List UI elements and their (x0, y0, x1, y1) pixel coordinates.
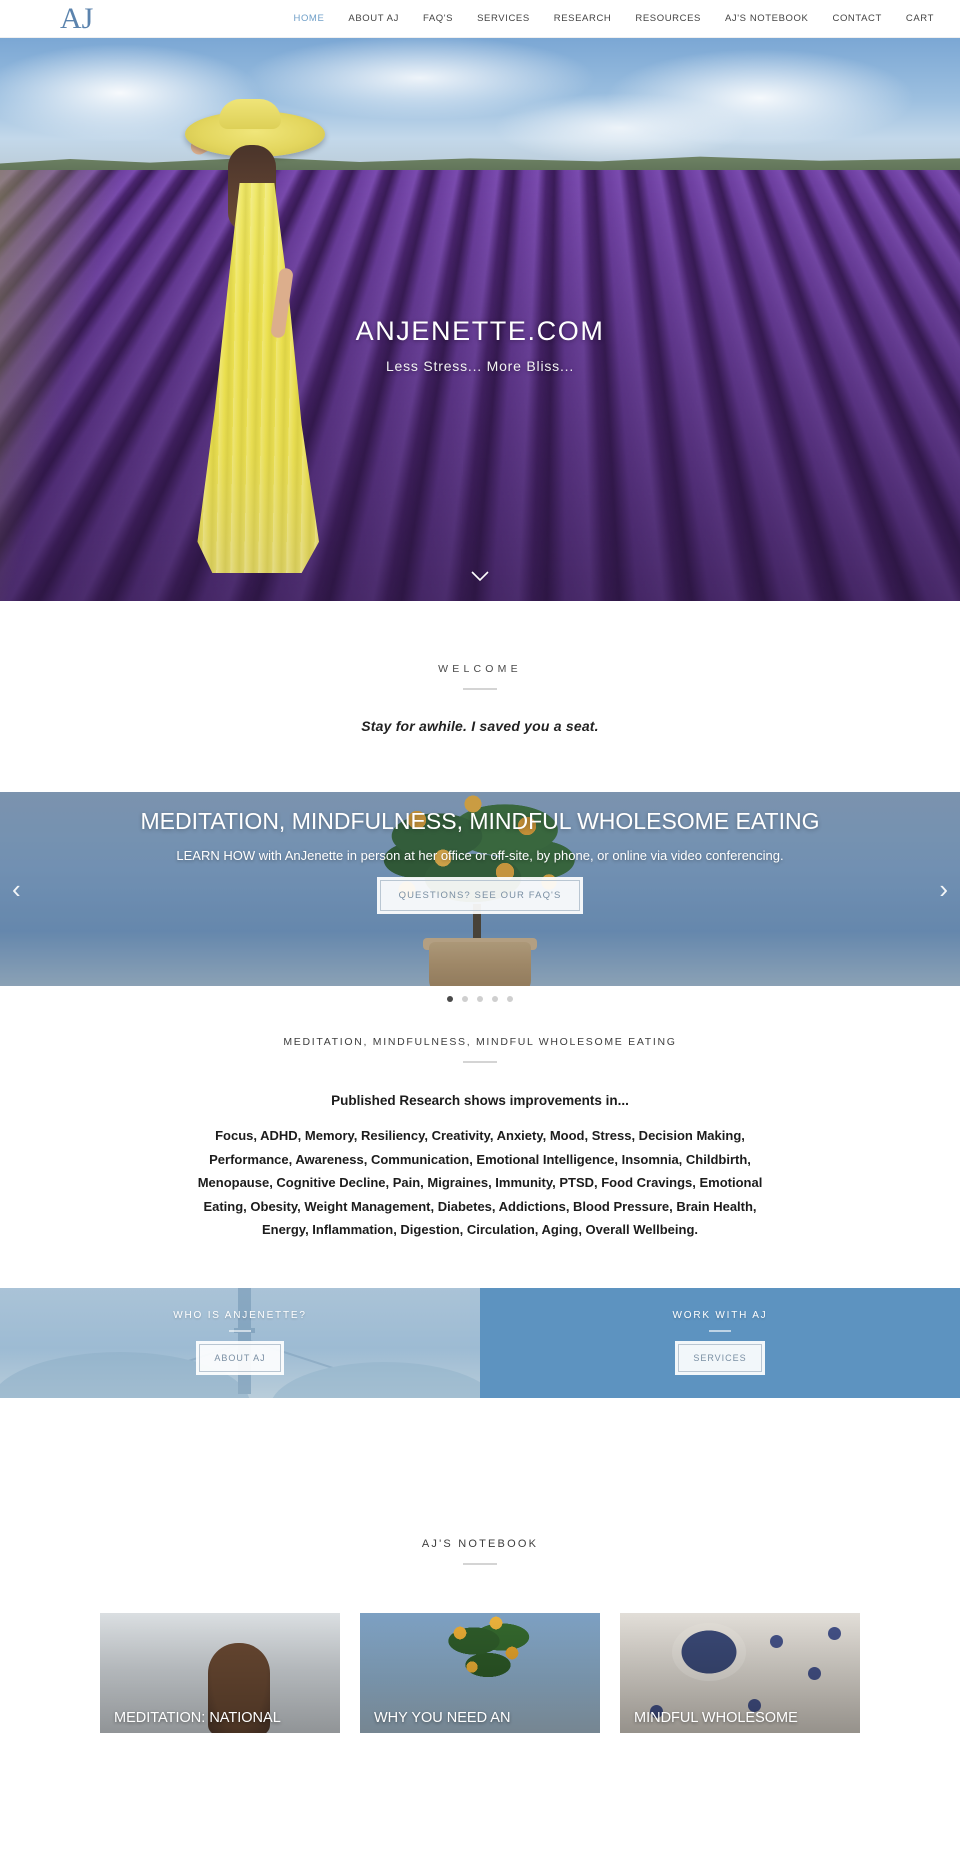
welcome-tagline: Stay for awhile. I saved you a seat. (361, 718, 599, 734)
carousel-dot-3[interactable] (477, 996, 483, 1002)
about-aj-button[interactable]: ABOUT AJ (196, 1340, 284, 1375)
carousel-dot-1[interactable] (447, 996, 453, 1002)
research-eyebrow: MEDITATION, MINDFULNESS, MINDFUL WHOLESO… (283, 1036, 677, 1048)
blog-card-title: MEDITATION: NATIONAL (114, 1709, 281, 1726)
hero-sky (0, 38, 960, 178)
notebook-section: AJ'S NOTEBOOK MEDITATION: NATIONAL WHY Y… (0, 1398, 960, 1733)
welcome-section: WELCOME Stay for awhile. I saved you a s… (0, 601, 960, 792)
promo-carousel: ‹ › MEDITATION, MINDFULNESS, MINDFUL WHO… (0, 792, 960, 986)
research-benefits-list: Focus, ADHD, Memory, Resiliency, Creativ… (197, 1128, 763, 1237)
nav-item-cart[interactable]: CART (894, 13, 946, 24)
main-navigation: HOME ABOUT AJ FAQ'S SERVICES RESEARCH RE… (281, 13, 946, 24)
nav-item-faqs[interactable]: FAQ'S (411, 13, 465, 24)
nav-item-research[interactable]: RESEARCH (542, 13, 624, 24)
nav-item-resources[interactable]: RESOURCES (623, 13, 713, 24)
panel-about-aj[interactable]: WHO IS ANJENETTE? ABOUT AJ (0, 1287, 480, 1398)
nav-item-services[interactable]: SERVICES (465, 13, 542, 24)
research-section: MEDITATION, MINDFULNESS, MINDFUL WHOLESO… (0, 1002, 960, 1288)
site-header: AJ HOME ABOUT AJ FAQ'S SERVICES RESEARCH… (0, 0, 960, 38)
carousel-dot-5[interactable] (507, 996, 513, 1002)
nav-item-home[interactable]: HOME (281, 13, 336, 24)
carousel-faq-button[interactable]: QUESTIONS? SEE OUR FAQ'S (376, 877, 584, 914)
carousel-dot-2[interactable] (462, 996, 468, 1002)
blog-card[interactable]: MEDITATION: NATIONAL (100, 1612, 340, 1733)
carousel-dot-4[interactable] (492, 996, 498, 1002)
welcome-divider (463, 688, 497, 690)
carousel-slide-content: MEDITATION, MINDFULNESS, MINDFUL WHOLESO… (0, 792, 960, 986)
research-divider (463, 1061, 497, 1063)
carousel-title: MEDITATION, MINDFULNESS, MINDFUL WHOLESO… (140, 808, 820, 834)
golden-gate-bridge-image (0, 1287, 480, 1398)
site-logo[interactable]: AJ (60, 2, 93, 36)
research-heading: Published Research shows improvements in… (331, 1093, 629, 1108)
hero-banner: ANJENETTE.COM Less Stress... More Bliss.… (0, 38, 960, 601)
chevron-down-icon[interactable] (467, 563, 493, 589)
blog-card-list: MEDITATION: NATIONAL WHY YOU NEED AN MIN… (0, 1612, 960, 1733)
panel-work-divider (709, 1329, 731, 1332)
panel-about-divider (229, 1329, 251, 1332)
blog-card[interactable]: MINDFUL WHOLESOME (620, 1612, 860, 1733)
notebook-divider (463, 1562, 497, 1565)
panel-work-with-aj[interactable]: WORK WITH AJ SERVICES (480, 1287, 960, 1398)
cta-panels: WHO IS ANJENETTE? ABOUT AJ WORK WITH AJ … (0, 1287, 960, 1398)
panel-about-eyebrow: WHO IS ANJENETTE? (173, 1309, 307, 1321)
hero-title: ANJENETTE.COM (355, 316, 605, 346)
carousel-subtitle: LEARN HOW with AnJenette in person at he… (176, 848, 784, 863)
bridge-hill-right (270, 1361, 480, 1398)
nav-item-ajs-notebook[interactable]: AJ'S NOTEBOOK (713, 13, 821, 24)
woman-hat-crown (219, 99, 281, 129)
notebook-eyebrow: AJ'S NOTEBOOK (421, 1537, 539, 1550)
services-button[interactable]: SERVICES (675, 1340, 765, 1375)
blog-card-title: WHY YOU NEED AN (374, 1709, 511, 1726)
bridge-tower (238, 1287, 251, 1394)
page-root: AJ HOME ABOUT AJ FAQ'S SERVICES RESEARCH… (0, 0, 960, 1733)
blog-card-title: MINDFUL WHOLESOME (634, 1709, 798, 1726)
woman-yellow-dress (197, 183, 319, 573)
hero-subtitle: Less Stress... More Bliss... (385, 358, 575, 374)
nav-item-contact[interactable]: CONTACT (820, 13, 893, 24)
carousel-pagination-dots (0, 986, 960, 1002)
welcome-eyebrow: WELCOME (438, 663, 522, 675)
nav-item-about-aj[interactable]: ABOUT AJ (336, 13, 411, 24)
panel-work-eyebrow: WORK WITH AJ (672, 1309, 768, 1321)
blog-card[interactable]: WHY YOU NEED AN (360, 1612, 600, 1733)
hero-field-overlay (0, 170, 960, 601)
